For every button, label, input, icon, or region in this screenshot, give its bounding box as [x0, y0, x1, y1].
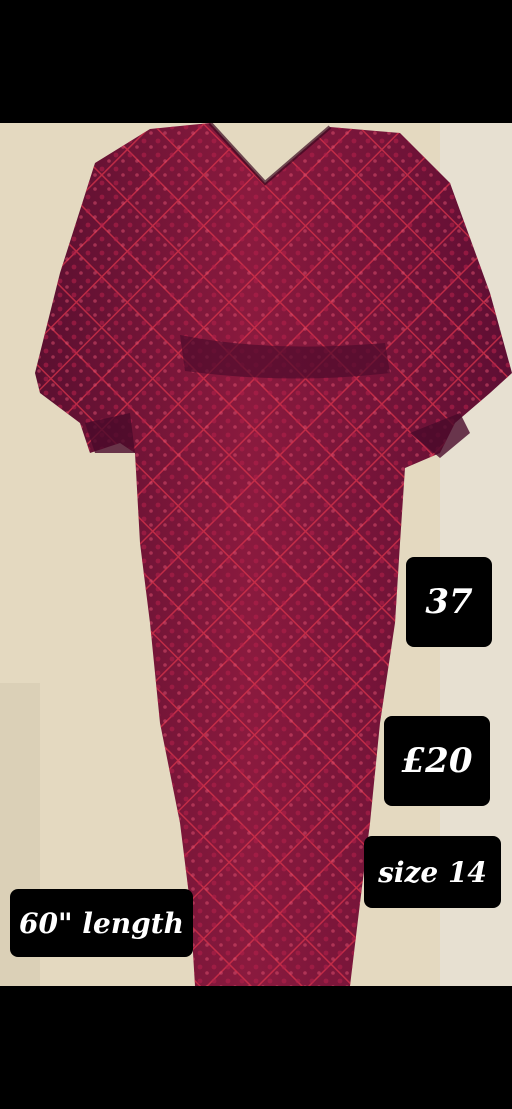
item-number-tag: 37 [406, 557, 492, 647]
dress-photo: 37 £20 size 14 60" length [0, 123, 512, 986]
size-tag: size 14 [364, 836, 501, 908]
top-black-bar [0, 0, 512, 123]
price-tag: £20 [384, 716, 490, 806]
bottom-black-bar [0, 986, 512, 1109]
length-tag: 60" length [10, 889, 193, 957]
